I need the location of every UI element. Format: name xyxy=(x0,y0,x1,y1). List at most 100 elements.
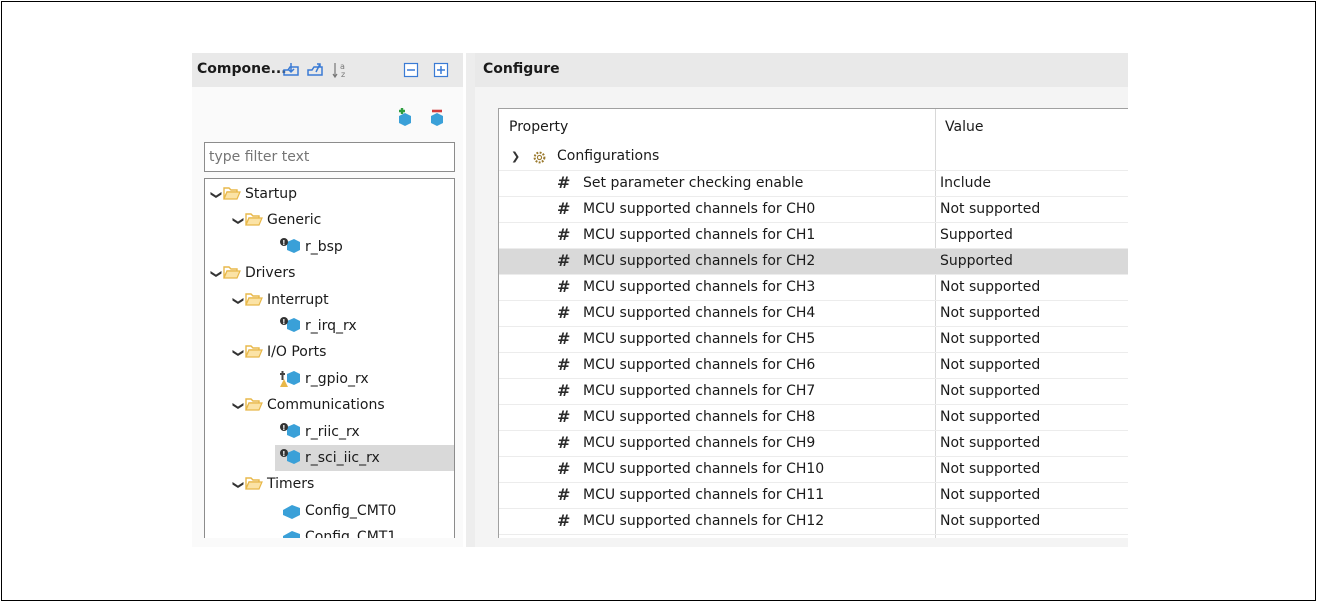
chevron-down-icon[interactable]: ❯ xyxy=(205,267,229,281)
tree-node[interactable]: ❯ I/O Ports xyxy=(231,339,326,365)
property-value[interactable]: Not supported xyxy=(940,513,1040,529)
property-row[interactable]: # Set parameter checking enable Include xyxy=(499,171,1128,197)
chevron-down-icon[interactable]: ❯ xyxy=(225,214,251,228)
property-name: MCU supported channels for CH4 xyxy=(583,305,816,321)
property-value[interactable]: Not supported xyxy=(940,305,1040,321)
export-icon[interactable] xyxy=(306,61,324,79)
property-name: MCU supported channels for CH3 xyxy=(583,279,816,295)
hash-icon: # xyxy=(557,173,571,192)
property-row[interactable]: # MCU supported channels for CH6 Not suppo… xyxy=(499,353,1128,379)
svg-text:!: ! xyxy=(282,450,285,458)
property-value[interactable]: Not supported xyxy=(940,357,1040,373)
expand-all-icon[interactable] xyxy=(432,61,450,79)
property-value[interactable]: Not supported xyxy=(940,409,1040,425)
property-row[interactable]: # MCU supported channels for CH8 Not suppo… xyxy=(499,405,1128,431)
hash-icon: # xyxy=(557,225,571,244)
tree-node-label: Config_CMT0 xyxy=(305,502,397,519)
tree-node[interactable]: ! r_sci_iic_rx xyxy=(275,445,454,471)
filter-input[interactable] xyxy=(204,142,455,172)
components-panel-header: Compone... a z xyxy=(192,53,463,87)
property-name: MCU supported channels for CH7 xyxy=(583,383,816,399)
svg-text:z: z xyxy=(341,70,345,79)
group-row[interactable]: ❯ Configurations xyxy=(499,145,1128,171)
tree-node[interactable]: ❯ Communications xyxy=(231,392,385,418)
tree-node[interactable]: ❯ Drivers xyxy=(209,260,295,286)
tree-node[interactable]: r_gpio_rx xyxy=(279,366,369,392)
tree-node[interactable]: ❯ Interrupt xyxy=(231,287,329,313)
hash-icon: # xyxy=(557,251,571,270)
property-row[interactable]: # MCU supported channels for CH4 Not suppo… xyxy=(499,301,1128,327)
tree-node-label: Drivers xyxy=(245,265,296,282)
chevron-down-icon[interactable]: ❯ xyxy=(225,399,251,413)
chevron-down-icon[interactable]: ❯ xyxy=(205,188,229,202)
configure-panel-title: Configure xyxy=(483,61,560,77)
sort-az-icon[interactable]: a z xyxy=(332,61,350,79)
property-value[interactable]: Supported xyxy=(940,253,1013,269)
tree-node-label: Config_CMT1 xyxy=(305,529,397,538)
property-row[interactable]: # MCU supported channels for CH9 Not suppo… xyxy=(499,431,1128,457)
tree-node[interactable]: ❯ Generic xyxy=(231,207,321,233)
import-icon[interactable] xyxy=(282,61,300,79)
property-value[interactable]: Not supported xyxy=(940,435,1040,451)
property-row[interactable]: # MCU supported channels for CH10 Not supp… xyxy=(499,457,1128,483)
chevron-down-icon[interactable]: ❯ xyxy=(511,150,525,163)
tree-node[interactable]: Config_CMT1 xyxy=(279,524,396,538)
property-row[interactable]: # MCU supported channels for CH0 Not suppo… xyxy=(499,197,1128,223)
component-icon: ! xyxy=(280,237,300,253)
property-value[interactable]: Not supported xyxy=(940,201,1040,217)
configure-panel-header: Configure xyxy=(475,53,1128,87)
property-value[interactable]: Not supported xyxy=(940,279,1040,295)
hash-icon: # xyxy=(557,329,571,348)
component-tree[interactable]: ❯ Startup ❯ Generic! r_bsp ❯ Drivers ❯ Interrupt… xyxy=(204,178,455,538)
tree-node[interactable]: ❯ Startup xyxy=(209,181,297,207)
tree-node-label: Communications xyxy=(267,397,385,414)
value-column-header[interactable]: Value xyxy=(935,109,1128,149)
tree-node-label: Generic xyxy=(267,212,322,229)
svg-text:!: ! xyxy=(282,318,285,326)
chevron-down-icon[interactable]: ❯ xyxy=(225,346,251,360)
panel-separator[interactable] xyxy=(466,53,475,547)
property-name: MCU supported channels for CH11 xyxy=(583,487,825,503)
add-component-icon[interactable] xyxy=(395,108,413,126)
property-name: MCU supported channels for CH6 xyxy=(583,357,816,373)
hash-icon: # xyxy=(557,199,571,218)
property-value[interactable]: Not supported xyxy=(940,383,1040,399)
property-row[interactable]: # MCU supported channels for CH5 Not suppo… xyxy=(499,327,1128,353)
tree-node-label: r_irq_rx xyxy=(305,318,357,334)
property-column-header[interactable]: Property xyxy=(499,109,935,149)
tree-node[interactable]: ! r_bsp xyxy=(279,234,343,260)
property-value[interactable]: Supported xyxy=(940,227,1013,243)
property-value[interactable]: Not supported xyxy=(940,487,1040,503)
tree-node[interactable]: ! r_irq_rx xyxy=(279,313,357,339)
property-name: MCU supported channels for CH12 xyxy=(583,513,825,529)
chevron-down-icon[interactable]: ❯ xyxy=(225,478,251,492)
group-label: Configurations xyxy=(557,148,660,164)
collapse-all-icon[interactable] xyxy=(402,61,420,79)
property-name: MCU supported channels for CH9 xyxy=(583,435,816,451)
property-value[interactable]: Not supported xyxy=(940,331,1040,347)
hash-icon: # xyxy=(557,433,571,452)
property-name: MCU supported channels for CH1 xyxy=(583,227,816,243)
hash-icon: # xyxy=(557,355,571,374)
property-value[interactable]: Include xyxy=(940,175,991,191)
property-name: MCU supported channels for CH10 xyxy=(583,461,825,477)
tree-node[interactable]: ❯ Timers xyxy=(231,471,314,497)
property-row[interactable]: # MCU supported channels for CH3 Not suppo… xyxy=(499,275,1128,301)
property-row[interactable]: # MCU supported channels for CH11 Not supp… xyxy=(499,483,1128,509)
component-icon: ! xyxy=(280,317,300,332)
property-row[interactable]: # MCU supported channels for CH7 Not suppo… xyxy=(499,379,1128,405)
property-name: MCU supported channels for CH8 xyxy=(583,409,816,425)
property-row[interactable]: # MCU supported channels for CH1 Supported xyxy=(499,223,1128,249)
tree-node-label: Startup xyxy=(245,186,297,202)
tree-node-label: r_gpio_rx xyxy=(305,370,369,387)
chevron-down-icon[interactable]: ❯ xyxy=(225,294,251,308)
property-row[interactable]: # MCU supported channels for CH12 Not supp… xyxy=(499,509,1128,535)
tree-node[interactable]: Config_CMT0 xyxy=(279,498,396,524)
svg-text:!: ! xyxy=(282,239,285,247)
property-value[interactable]: Not supported xyxy=(940,461,1040,477)
config-component-icon xyxy=(283,531,300,538)
tree-node[interactable]: ! r_riic_rx xyxy=(279,419,360,445)
property-row[interactable]: # MCU supported channels for CH2 Supported xyxy=(499,249,1128,275)
remove-component-icon[interactable] xyxy=(427,108,445,126)
property-grid[interactable]: Property Value ❯ Configurations # Set par… xyxy=(498,108,1128,538)
